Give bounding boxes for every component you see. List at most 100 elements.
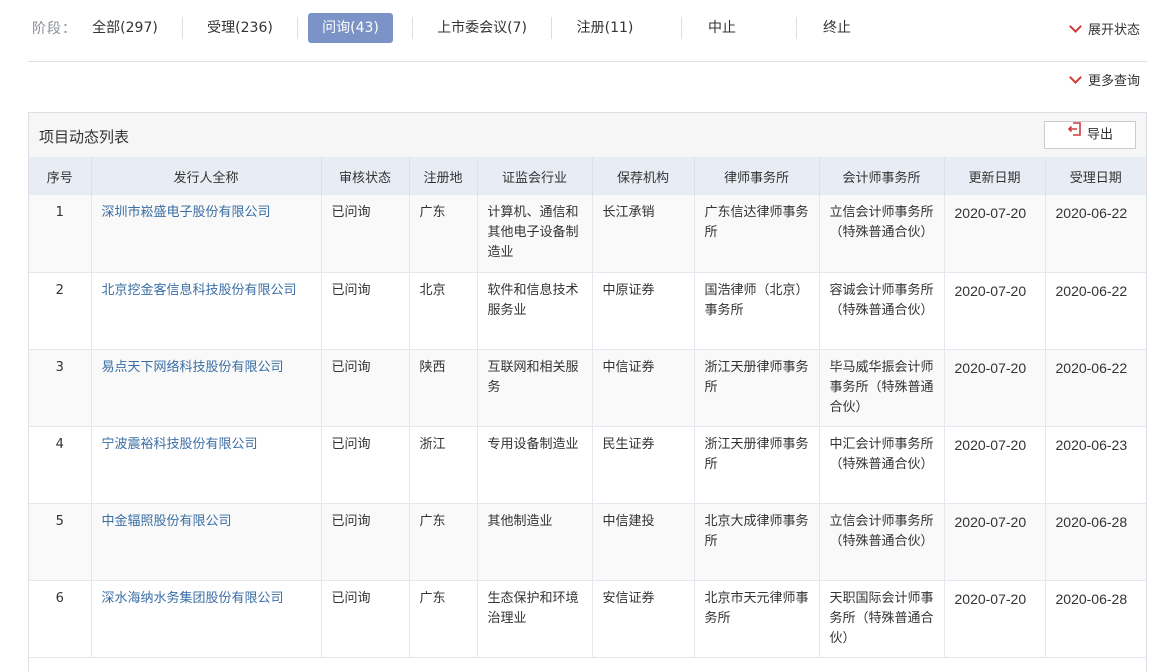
accepted-date: 2020-06-22 bbox=[1045, 349, 1146, 427]
row-index: 3 bbox=[29, 349, 92, 427]
divider bbox=[412, 17, 413, 39]
table-row: 2 北京挖金客信息科技股份有限公司 已问询 北京 软件和信息技术服务业 中原证券… bbox=[29, 272, 1146, 350]
column-header-index[interactable]: 序号 bbox=[29, 157, 92, 195]
divider bbox=[796, 17, 797, 39]
updated-date: 2020-07-20 bbox=[944, 580, 1046, 658]
review-status: 已问询 bbox=[321, 503, 410, 581]
row-index: 1 bbox=[29, 195, 92, 273]
accepted-date: 2020-06-22 bbox=[1045, 272, 1146, 350]
row-index: 5 bbox=[29, 503, 92, 581]
stage-label: 阶段： bbox=[32, 21, 77, 37]
panel-header: 项目动态列表 导出 bbox=[29, 113, 1146, 157]
issuer-name-link[interactable]: 深圳市崧盛电子股份有限公司 bbox=[91, 195, 322, 273]
review-status: 已问询 bbox=[321, 426, 410, 504]
review-status: 已问询 bbox=[321, 580, 410, 658]
column-header-issuer[interactable]: 发行人全称 bbox=[91, 157, 322, 195]
updated-date: 2020-07-20 bbox=[944, 349, 1046, 427]
column-header-law-firm[interactable]: 律师事务所 bbox=[694, 157, 820, 195]
sponsor: 安信证券 bbox=[592, 580, 695, 658]
region: 陕西 bbox=[409, 349, 478, 427]
stage-filter-bar: 阶段： 全部(297) 受理(236) 问询(43) 上市委会议(7) 注册(1… bbox=[0, 0, 1171, 56]
divider bbox=[681, 17, 682, 39]
law-firm: 浙江天册律师事务所 bbox=[694, 349, 820, 427]
accepted-date: 2020-06-28 bbox=[1045, 503, 1146, 581]
expand-status-link[interactable]: 展开状态 bbox=[1069, 19, 1141, 38]
industry: 其他制造业 bbox=[477, 503, 593, 581]
region: 广东 bbox=[409, 580, 478, 658]
column-header-industry[interactable]: 证监会行业 bbox=[477, 157, 593, 195]
stage-tab-terminated[interactable]: 终止 bbox=[809, 13, 865, 43]
column-header-region[interactable]: 注册地 bbox=[409, 157, 478, 195]
more-query-link[interactable]: 更多查询 bbox=[1069, 70, 1140, 89]
export-label: 导出 bbox=[1086, 127, 1113, 143]
issuer-name-link[interactable]: 中金辐照股份有限公司 bbox=[91, 503, 322, 581]
issuer-name-link[interactable]: 深水海纳水务集团股份有限公司 bbox=[91, 580, 322, 658]
updated-date: 2020-07-20 bbox=[944, 426, 1046, 504]
issuer-name-link[interactable]: 宁波震裕科技股份有限公司 bbox=[91, 426, 322, 504]
sponsor: 长江承销 bbox=[592, 195, 695, 273]
law-firm: 浙江天册律师事务所 bbox=[694, 426, 820, 504]
table-row: 1 深圳市崧盛电子股份有限公司 已问询 广东 计算机、通信和其他电子设备制造业 … bbox=[29, 195, 1146, 273]
accepted-date: 2020-06-23 bbox=[1045, 426, 1146, 504]
updated-date: 2020-07-20 bbox=[944, 272, 1046, 350]
sponsor: 民生证券 bbox=[592, 426, 695, 504]
project-table: 序号 发行人全称 审核状态 注册地 证监会行业 保荐机构 律师事务所 会计师事务… bbox=[29, 157, 1146, 658]
sponsor: 中信证券 bbox=[592, 349, 695, 427]
chevron-down-icon bbox=[1069, 20, 1082, 33]
project-list-panel: 项目动态列表 导出 序号 发行人全称 审核状态 注册地 证监会行业 保荐机构 律… bbox=[28, 112, 1147, 672]
industry: 专用设备制造业 bbox=[477, 426, 593, 504]
export-button[interactable]: 导出 bbox=[1044, 121, 1136, 149]
industry: 计算机、通信和其他电子设备制造业 bbox=[477, 195, 593, 273]
divider bbox=[551, 17, 552, 39]
stage-tab-suspended[interactable]: 中止 bbox=[694, 13, 750, 43]
table-header-row: 序号 发行人全称 审核状态 注册地 证监会行业 保荐机构 律师事务所 会计师事务… bbox=[29, 157, 1146, 195]
accountant: 立信会计师事务所（特殊普通合伙） bbox=[819, 503, 945, 581]
stage-tab-accepted[interactable]: 受理(236) bbox=[195, 13, 285, 43]
accountant: 毕马威华振会计师事务所（特殊普通合伙） bbox=[819, 349, 945, 427]
export-icon bbox=[1067, 121, 1083, 147]
updated-date: 2020-07-20 bbox=[944, 195, 1046, 273]
law-firm: 北京大成律师事务所 bbox=[694, 503, 820, 581]
industry: 生态保护和环境治理业 bbox=[477, 580, 593, 658]
row-index: 6 bbox=[29, 580, 92, 658]
stage-tab-listing-committee[interactable]: 上市委会议(7) bbox=[425, 13, 539, 43]
column-header-updated[interactable]: 更新日期 bbox=[944, 157, 1046, 195]
accountant: 天职国际会计师事务所（特殊普通合伙） bbox=[819, 580, 945, 658]
law-firm: 广东信达律师事务所 bbox=[694, 195, 820, 273]
panel-title: 项目动态列表 bbox=[39, 128, 130, 146]
region: 北京 bbox=[409, 272, 478, 350]
column-header-status[interactable]: 审核状态 bbox=[321, 157, 410, 195]
table-row: 3 易点天下网络科技股份有限公司 已问询 陕西 互联网和相关服务 中信证券 浙江… bbox=[29, 349, 1146, 427]
region: 广东 bbox=[409, 503, 478, 581]
accountant: 容诚会计师事务所（特殊普通合伙） bbox=[819, 272, 945, 350]
column-header-accountant[interactable]: 会计师事务所 bbox=[819, 157, 945, 195]
stage-tab-registration[interactable]: 注册(11) bbox=[564, 13, 646, 43]
review-status: 已问询 bbox=[321, 272, 410, 350]
industry: 软件和信息技术服务业 bbox=[477, 272, 593, 350]
row-index: 2 bbox=[29, 272, 92, 350]
review-status: 已问询 bbox=[321, 195, 410, 273]
updated-date: 2020-07-20 bbox=[944, 503, 1046, 581]
accountant: 立信会计师事务所（特殊普通合伙） bbox=[819, 195, 945, 273]
chevron-down-icon bbox=[1069, 71, 1082, 84]
column-header-accepted[interactable]: 受理日期 bbox=[1045, 157, 1146, 195]
divider bbox=[182, 17, 183, 39]
column-header-sponsor[interactable]: 保荐机构 bbox=[592, 157, 695, 195]
stage-tab-all[interactable]: 全部(297) bbox=[80, 13, 170, 43]
sponsor: 中原证券 bbox=[592, 272, 695, 350]
review-status: 已问询 bbox=[321, 349, 410, 427]
row-index: 4 bbox=[29, 426, 92, 504]
law-firm: 国浩律师（北京）事务所 bbox=[694, 272, 820, 350]
issuer-name-link[interactable]: 易点天下网络科技股份有限公司 bbox=[91, 349, 322, 427]
accepted-date: 2020-06-28 bbox=[1045, 580, 1146, 658]
sponsor: 中信建投 bbox=[592, 503, 695, 581]
table-row: 4 宁波震裕科技股份有限公司 已问询 浙江 专用设备制造业 民生证券 浙江天册律… bbox=[29, 426, 1146, 504]
expand-status-label: 展开状态 bbox=[1088, 23, 1141, 38]
stage-tab-inquiry[interactable]: 问询(43) bbox=[308, 13, 393, 43]
issuer-name-link[interactable]: 北京挖金客信息科技股份有限公司 bbox=[91, 272, 322, 350]
table-row: 6 深水海纳水务集团股份有限公司 已问询 广东 生态保护和环境治理业 安信证券 … bbox=[29, 580, 1146, 658]
divider bbox=[28, 61, 1147, 62]
industry: 互联网和相关服务 bbox=[477, 349, 593, 427]
table-row: 5 中金辐照股份有限公司 已问询 广东 其他制造业 中信建投 北京大成律师事务所… bbox=[29, 503, 1146, 581]
region: 广东 bbox=[409, 195, 478, 273]
